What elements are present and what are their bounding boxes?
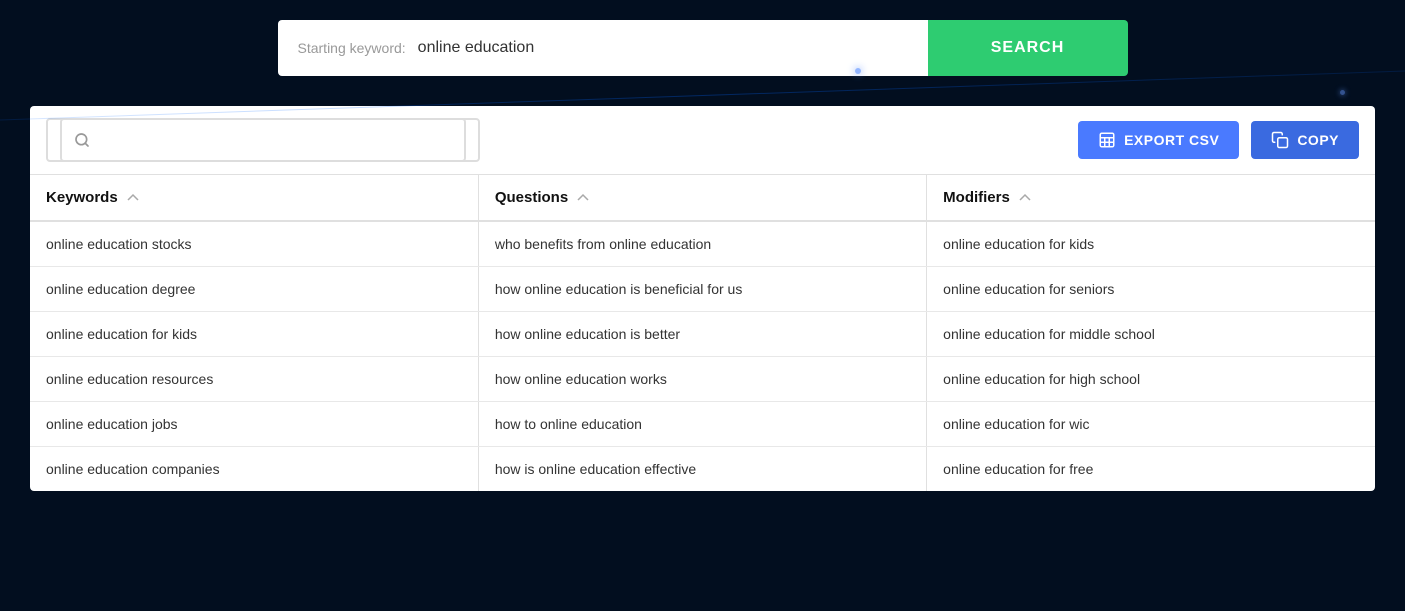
keyword-cell: online education for kids xyxy=(30,312,478,357)
keyword-cell: online education stocks xyxy=(30,221,478,267)
top-search-area: Starting keyword: online education SEARC… xyxy=(0,0,1405,106)
keyword-cell: online education companies xyxy=(30,447,478,492)
question-cell: how online education works xyxy=(478,357,926,402)
keyword-cell: online education jobs xyxy=(30,402,478,447)
col-header-keywords[interactable]: Keywords xyxy=(30,175,478,222)
modifier-cell: online education for kids xyxy=(927,221,1375,267)
table-row: online education resourceshow online edu… xyxy=(30,357,1375,402)
toolbar-actions: EXPORT CSV COPY xyxy=(1078,121,1359,159)
table-row: online education for kidshow online educ… xyxy=(30,312,1375,357)
keyword-search-box: Starting keyword: online education xyxy=(278,20,928,76)
question-cell: who benefits from online education xyxy=(478,221,926,267)
main-content: EXPORT CSV COPY Keywords xyxy=(30,106,1375,491)
search-value: online education xyxy=(418,39,535,57)
question-cell: how is online education effective xyxy=(478,447,926,492)
col-header-modifiers[interactable]: Modifiers xyxy=(927,175,1375,222)
col-header-questions[interactable]: Questions xyxy=(478,175,926,222)
sort-modifiers-icon xyxy=(1018,191,1032,205)
keyword-cell: online education resources xyxy=(30,357,478,402)
table-row: online education companieshow is online … xyxy=(30,447,1375,492)
search-icon xyxy=(60,118,480,162)
modifier-cell: online education for high school xyxy=(927,357,1375,402)
modifier-cell: online education for middle school xyxy=(927,312,1375,357)
copy-button[interactable]: COPY xyxy=(1251,121,1359,159)
copy-label: COPY xyxy=(1297,132,1339,148)
modifier-cell: online education for wic xyxy=(927,402,1375,447)
sort-keywords-icon xyxy=(126,191,140,205)
export-icon xyxy=(1098,131,1116,149)
table-row: online education jobshow to online educa… xyxy=(30,402,1375,447)
filter-search-box[interactable] xyxy=(46,118,466,162)
export-csv-label: EXPORT CSV xyxy=(1124,132,1219,148)
toolbar: EXPORT CSV COPY xyxy=(30,106,1375,174)
table-row: online education stockswho benefits from… xyxy=(30,221,1375,267)
question-cell: how online education is better xyxy=(478,312,926,357)
question-cell: how online education is beneficial for u… xyxy=(478,267,926,312)
export-csv-button[interactable]: EXPORT CSV xyxy=(1078,121,1239,159)
search-label: Starting keyword: xyxy=(298,40,406,56)
keyword-cell: online education degree xyxy=(30,267,478,312)
modifier-cell: online education for free xyxy=(927,447,1375,492)
search-button[interactable]: SEARCH xyxy=(928,20,1128,76)
sort-questions-icon xyxy=(576,191,590,205)
results-table: Keywords Questions xyxy=(30,174,1375,491)
table-row: online education degreehow online educat… xyxy=(30,267,1375,312)
question-cell: how to online education xyxy=(478,402,926,447)
modifier-cell: online education for seniors xyxy=(927,267,1375,312)
copy-icon xyxy=(1271,131,1289,149)
